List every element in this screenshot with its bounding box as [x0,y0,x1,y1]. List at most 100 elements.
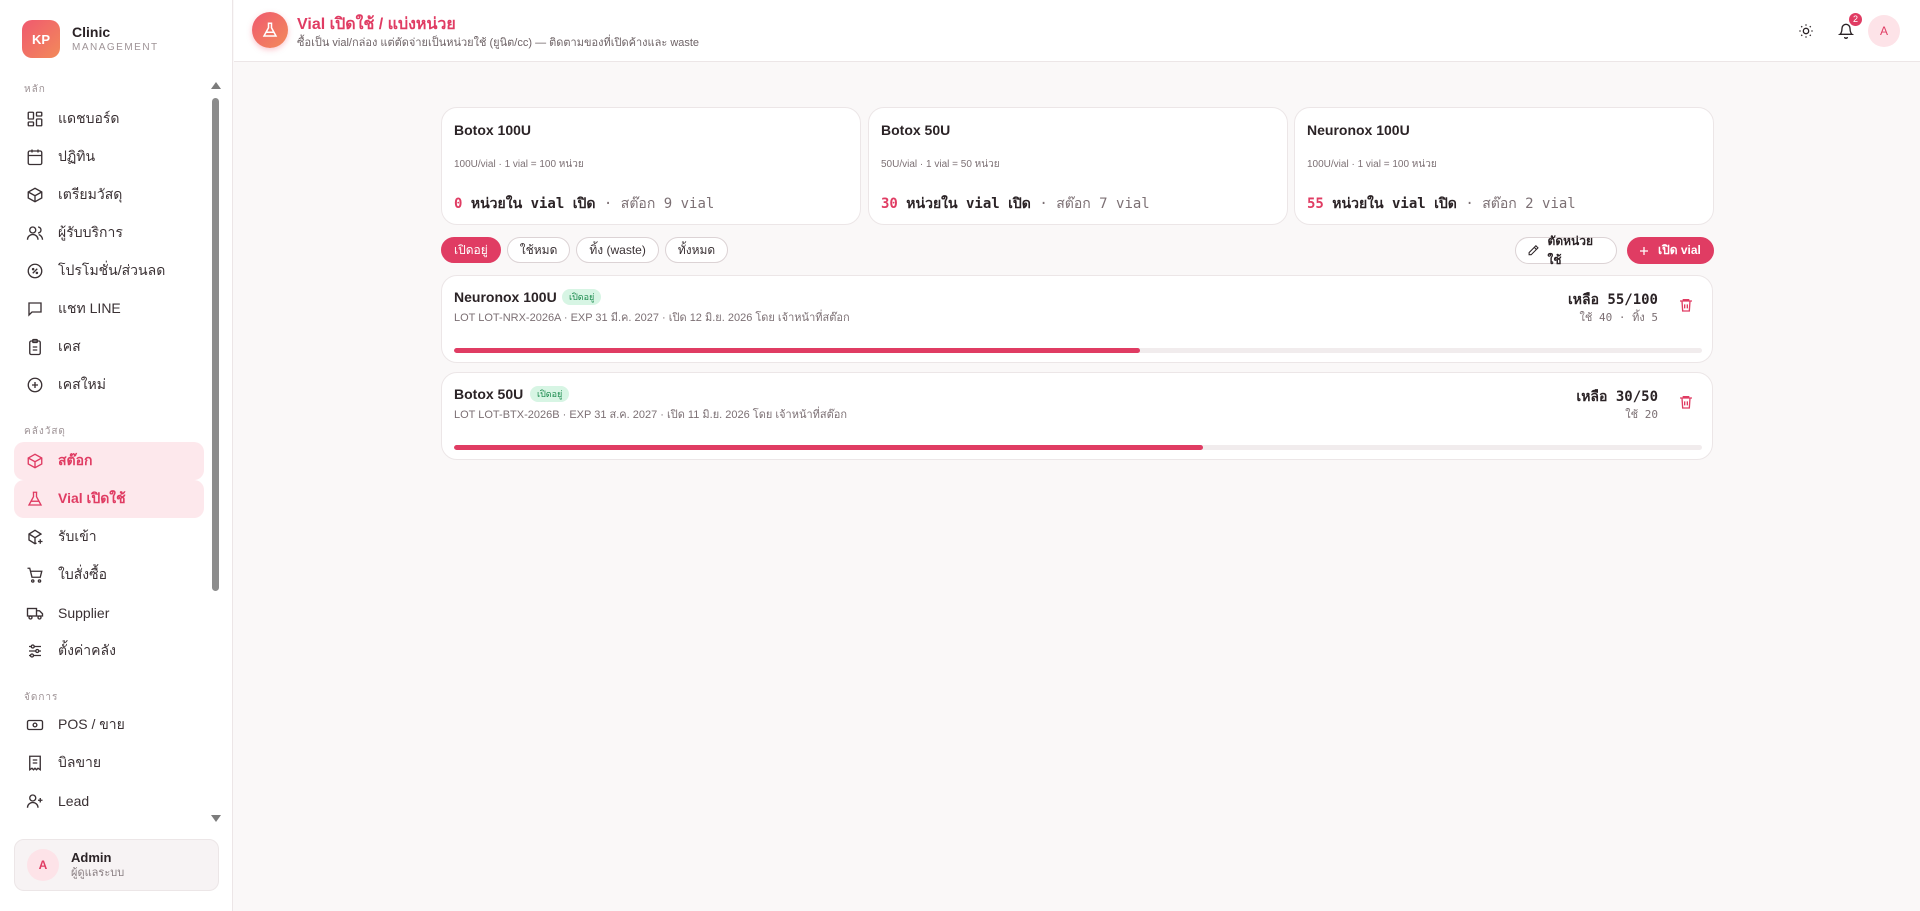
delete-button[interactable] [1676,392,1696,412]
sidebar-item-label: บิลขาย [58,754,102,770]
remaining-progress-bar [454,445,1702,450]
cart-icon [27,567,43,583]
scroll-up-arrow-icon[interactable] [211,82,221,89]
brand[interactable]: KP Clinic MANAGEMENT [22,20,159,58]
page-subtitle: ซื้อเป็น vial/กล่อง แต่ตัดจ่ายเป็นหน่วยใ… [297,37,700,49]
sliders-icon [29,644,41,658]
sidebar-item-label: POS / ขาย [58,716,125,732]
summary-card: Neuronox 100U 100U/vial · 1 vial = 100 ห… [1294,107,1714,225]
sidebar-item-calendar[interactable]: ปฏิทิน [14,138,204,176]
vial-card[interactable]: Neuronox 100U เปิดอยู่ LOT LOT-NRX-2026A… [441,275,1713,363]
product-stats: 55 หน่วยใน vial เปิด · สต๊อก 2 vial [1307,193,1576,215]
sidebar-item-label: แชท LINE [58,300,121,316]
product-spec: 100U/vial · 1 vial = 100 หน่วย [454,159,584,170]
remaining-progress-fill [454,445,1203,450]
brand-name: Clinic [72,24,111,40]
sidebar-item-label: รับเข้า [58,528,97,544]
user-plus-icon [26,794,43,808]
sidebar-item-dashboard[interactable]: แดชบอร์ด [14,100,204,138]
sidebar-item-promotions[interactable]: โปรโมชั่น/ส่วนลด [14,252,204,290]
package-plus-icon [28,529,43,545]
flask-icon [27,491,43,506]
plus-circle-icon [27,377,43,393]
sidebar-item-label: ใบสั่งซื้อ [58,566,108,582]
sun-icon [1799,24,1813,38]
sidebar-item-label: เคส [58,338,81,354]
flask-icon [252,12,288,48]
cut-units-button[interactable]: ตัดหน่วยใช้ [1515,234,1617,267]
open-units-label: หน่วยใน vial เปิด [906,196,1031,212]
remaining-progress-bar [454,348,1702,353]
package-icon [27,187,43,203]
summary-card: Botox 50U 50U/vial · 1 vial = 50 หน่วย 3… [868,107,1288,225]
open-units: 0 [454,196,463,212]
sidebar-item-cases[interactable]: เคส [14,328,204,366]
sidebar-item-label: สต๊อก [58,452,93,468]
remaining-progress-fill [454,348,1141,353]
sidebar-item-label: ผู้รับบริการ [58,224,123,240]
product-spec: 50U/vial · 1 vial = 50 หน่วย [881,159,1000,170]
theme-toggle-button[interactable] [1790,15,1822,47]
status-badge: เปิดอยู่ [562,289,602,305]
chat-icon [28,302,42,317]
percent-badge-icon [27,263,43,279]
plus-icon [1640,246,1648,255]
filter-open[interactable]: เปิดอยู่ [441,237,501,263]
stock-count: · สต๊อก 7 vial [1039,196,1150,212]
sidebar-item-prep[interactable]: เตรียมวัสดุ [14,176,204,214]
sidebar-item-label: Vial เปิดใช้ [58,490,126,506]
vial-name: Neuronox 100U [454,289,557,305]
sidebar-item-supplier[interactable]: Supplier [14,594,204,632]
summary-card: Botox 100U 100U/vial · 1 vial = 100 หน่ว… [441,107,861,225]
status-filter-tabs: เปิดอยู่ ใช้หมด ทิ้ง (waste) ทั้งหมด [441,237,729,263]
sidebar-item-pos[interactable]: POS / ขาย [14,706,204,744]
sidebar: KP Clinic MANAGEMENT หลัก แดชบอร์ด ปฏิทิ… [0,0,233,911]
open-units-label: หน่วยใน vial เปิด [470,196,596,212]
sidebar-item-purchase-orders[interactable]: ใบสั่งซื้อ [14,556,204,594]
user-name: Admin [71,850,112,865]
section-label-main: หลัก [24,84,46,95]
sidebar-item-label: เคสใหม่ [58,376,106,392]
product-spec: 100U/vial · 1 vial = 100 หน่วย [1307,159,1437,170]
product-name: Botox 100U [454,122,532,138]
open-units-label: หน่วยใน vial เปิด [1332,196,1457,212]
sidebar-item-label: Lead [58,793,90,809]
trash-icon [1680,299,1692,312]
scroll-down-arrow-icon[interactable] [211,815,221,822]
filter-waste[interactable]: ทิ้ง (waste) [576,237,659,263]
notifications-button[interactable]: 2 [1830,13,1862,47]
filter-all[interactable]: ทั้งหมด [664,237,729,263]
delete-button[interactable] [1676,295,1696,315]
sidebar-item-stock[interactable]: สต๊อก [14,442,204,480]
users-icon [26,226,44,240]
user-card[interactable]: A Admin ผู้ดูแลระบบ [14,839,219,891]
product-stats: 0 หน่วยใน vial เปิด · สต๊อก 9 vial [454,193,714,215]
section-label-manage: จัดการ [24,692,59,703]
banknote-icon [26,719,44,731]
sidebar-item-new-case[interactable]: เคสใหม่ [14,366,204,404]
stock-count: · สต๊อก 2 vial [1465,196,1576,212]
sidebar-item-sales-bills[interactable]: บิลขาย [14,744,204,782]
vial-card[interactable]: Botox 50U เปิดอยู่ LOT LOT-BTX-2026B · E… [441,372,1713,460]
sidebar-item-lead[interactable]: Lead [14,782,204,820]
sidebar-item-inventory-settings[interactable]: ตั้งค่าคลัง [14,632,204,670]
scroll-thumb[interactable] [212,98,219,591]
filter-used-up[interactable]: ใช้หมด [506,237,571,263]
sidebar-item-label: ปฏิทิน [58,148,96,164]
notification-badge: 2 [1849,13,1862,26]
sidebar-item-line-chat[interactable]: แชท LINE [14,290,204,328]
clipboard-icon [29,338,41,356]
dashboard-icon [27,111,43,127]
open-vial-label: เปิด vial [1658,243,1701,257]
sidebar-item-receive[interactable]: รับเข้า [14,518,204,556]
vial-meta: LOT LOT-NRX-2026A · EXP 31 มี.ค. 2027 · … [454,312,850,324]
header-avatar[interactable]: A [1868,15,1900,47]
sidebar-item-vials[interactable]: Vial เปิดใช้ [14,480,204,518]
open-vial-button[interactable]: เปิด vial [1627,237,1714,264]
vial-meta: LOT LOT-BTX-2026B · EXP 31 ส.ค. 2027 · เ… [454,409,848,421]
vial-usage: ใช้ 20 [1625,408,1658,421]
cut-units-label: ตัดหน่วยใช้ [1547,233,1594,267]
open-units: 30 [881,196,898,212]
sidebar-item-customers[interactable]: ผู้รับบริการ [14,214,204,252]
sidebar-scrollbar[interactable] [211,82,221,822]
